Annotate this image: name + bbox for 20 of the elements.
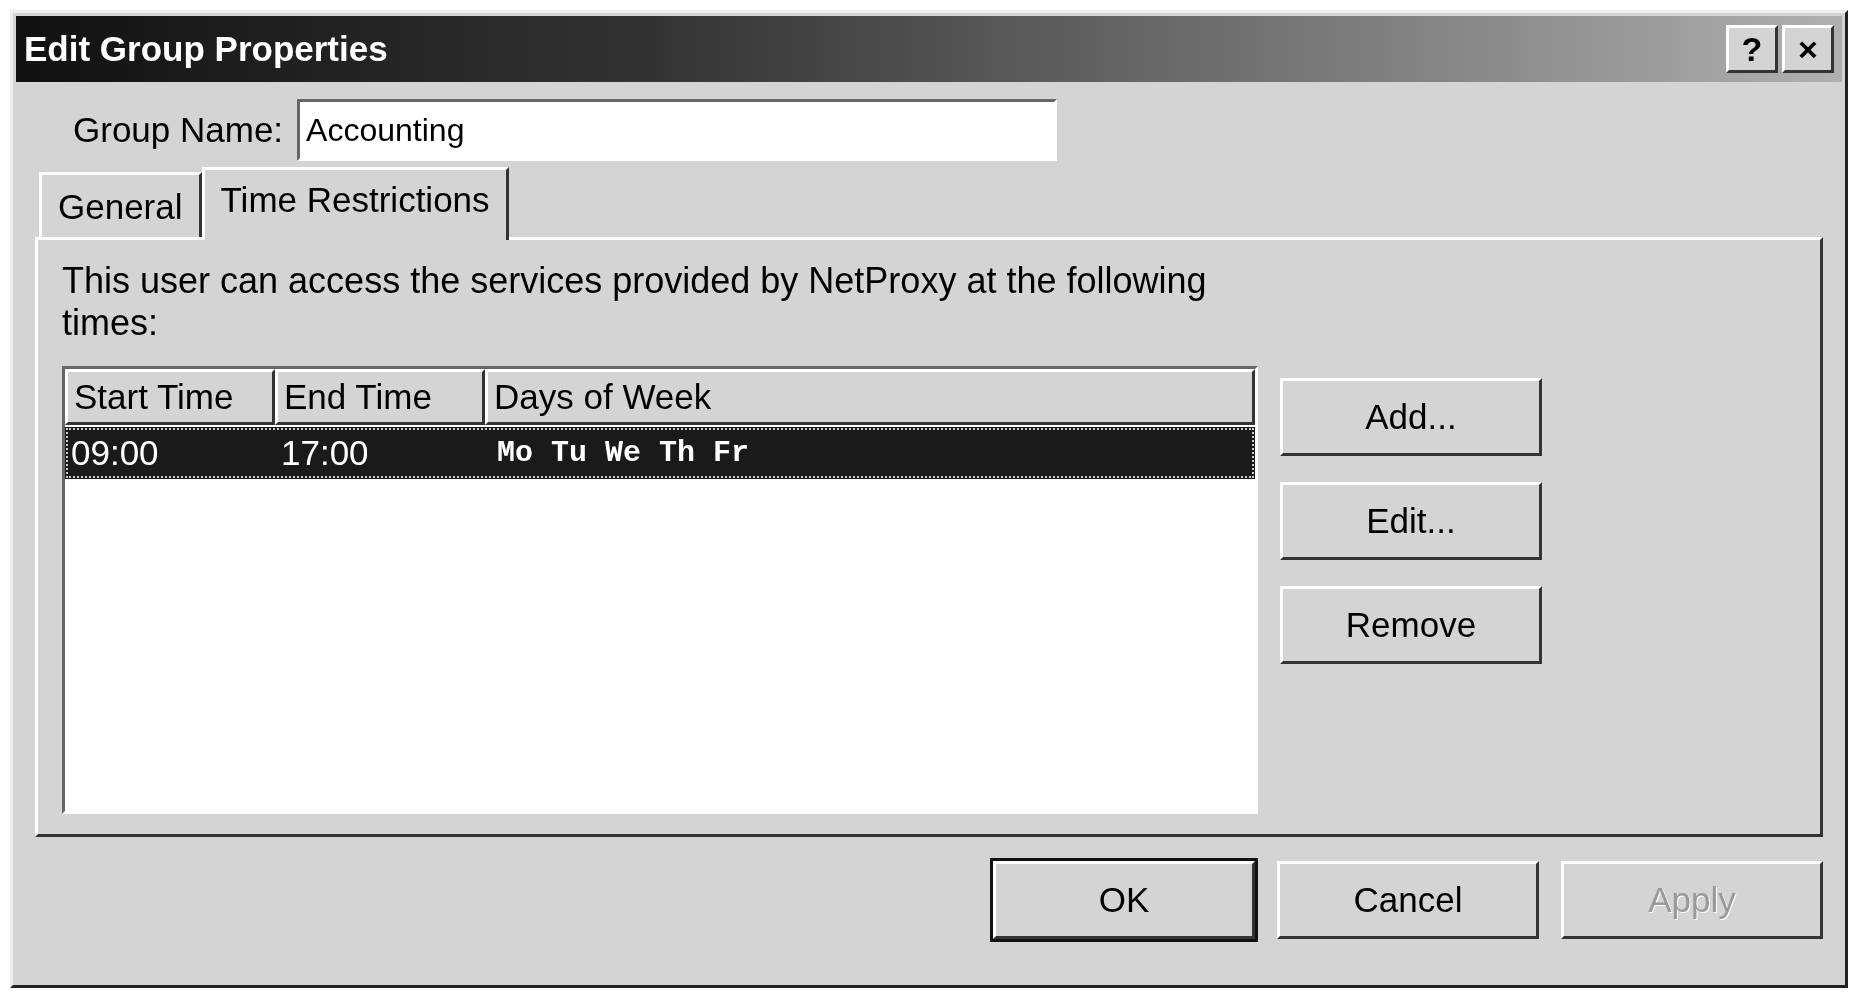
list-row[interactable]: 09:00 17:00 Mo Tu We Th Fr [65, 427, 1255, 479]
help-button[interactable]: ? [1726, 25, 1778, 73]
column-header[interactable]: Start Time [65, 369, 275, 425]
table-cell-text: 17:00 [280, 433, 370, 473]
tab[interactable]: General [39, 172, 202, 237]
action-button[interactable]: Edit... [1280, 482, 1542, 560]
column-header[interactable]: End Time [275, 369, 485, 425]
dialog-button[interactable]: Cancel [1277, 861, 1539, 939]
group-name-label: Group Name: [73, 110, 284, 150]
window-title: Edit Group Properties [24, 29, 389, 69]
table-cell-text: Mo Tu We Th Fr [496, 436, 751, 470]
table-cell-text: 09:00 [70, 433, 160, 473]
close-button[interactable]: × [1782, 25, 1834, 73]
group-name-field[interactable]: Accounting [297, 99, 1058, 161]
description-text: This user can access the services provided by NetProxy at the following times: [62, 260, 1208, 344]
action-button[interactable]: Add... [1280, 378, 1542, 456]
tab[interactable]: Time Restrictions [201, 167, 509, 240]
column-header[interactable]: Days of Week [485, 369, 1255, 425]
action-button[interactable]: Remove [1280, 586, 1542, 664]
dialog-button[interactable]: OK [993, 861, 1255, 939]
